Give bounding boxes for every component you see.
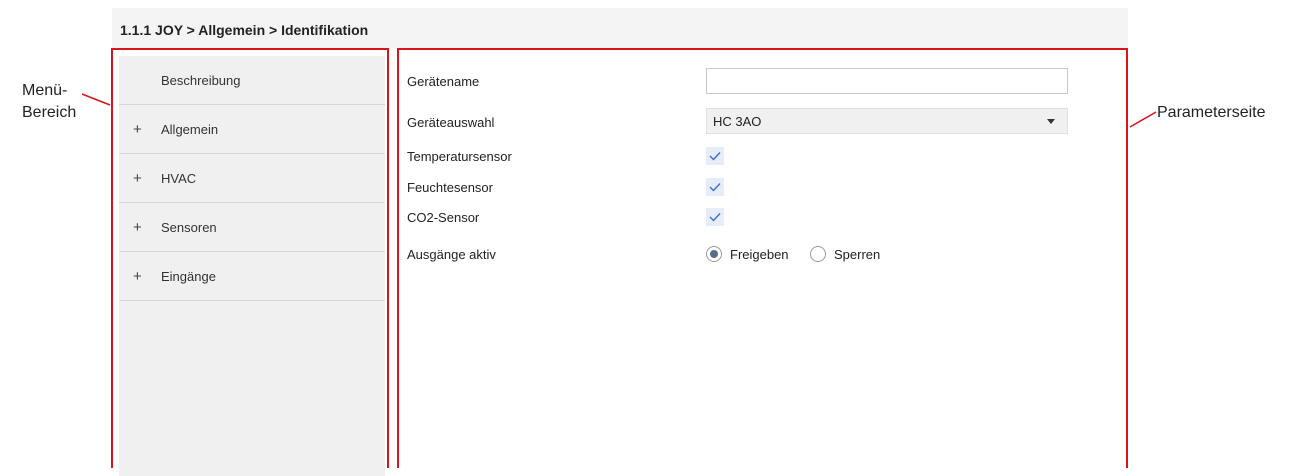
menu-item-label: Allgemein — [161, 122, 219, 137]
radio-freigeben[interactable] — [706, 246, 722, 262]
radio-freigeben-label[interactable]: Freigeben — [730, 247, 789, 262]
radio-sperren-label[interactable]: Sperren — [834, 247, 880, 262]
check-icon — [709, 152, 721, 161]
menu-area-frame: Beschreibung + Allgemein + HVAC + Sensor… — [111, 48, 389, 476]
menu-item-eingaenge[interactable]: + Eingänge — [119, 252, 385, 301]
callout-menu-area: Menü- Bereich — [22, 80, 76, 124]
dropdown-arrow-icon[interactable] — [1047, 119, 1055, 124]
radio-sperren[interactable] — [810, 246, 826, 262]
menu-item-label: Sensoren — [161, 220, 217, 235]
header-bar: 1.1.1 JOY > Allgemein > Identifikation — [112, 8, 1128, 48]
check-icon — [709, 213, 721, 222]
callout-menu-line2: Bereich — [22, 104, 77, 121]
menu-item-label: Beschreibung — [161, 73, 241, 88]
plus-icon[interactable]: + — [133, 121, 142, 138]
geraeteauswahl-select[interactable]: HC 3AO — [706, 108, 1068, 134]
check-icon — [709, 183, 721, 192]
ausgaenge-label: Ausgänge aktiv — [407, 247, 496, 262]
geraeteauswahl-label: Geräteauswahl — [407, 115, 495, 130]
feuchtesensor-label: Feuchtesensor — [407, 180, 493, 195]
menu-item-hvac[interactable]: + HVAC — [119, 154, 385, 203]
menu-item-label: Eingänge — [161, 269, 216, 284]
temperatursensor-label: Temperatursensor — [407, 149, 512, 164]
menu-item-sensoren[interactable]: + Sensoren — [119, 203, 385, 252]
callout-menu-line1: Menü- — [22, 82, 68, 99]
plus-icon[interactable]: + — [133, 219, 142, 236]
geraetename-label: Gerätename — [407, 74, 480, 89]
callout-parameter-page: Parameterseite — [1157, 104, 1266, 121]
plus-icon[interactable]: + — [133, 170, 142, 187]
menu-item-beschreibung[interactable]: Beschreibung — [119, 56, 385, 105]
menu-item-label: HVAC — [161, 171, 197, 186]
callout-menu-leader — [81, 93, 111, 106]
plus-icon[interactable]: + — [133, 268, 142, 285]
breadcrumb: 1.1.1 JOY > Allgemein > Identifikation — [120, 22, 369, 38]
co2sensor-label: CO2-Sensor — [407, 210, 480, 225]
temperatursensor-checkbox[interactable] — [706, 147, 724, 165]
menu-item-allgemein[interactable]: + Allgemein — [119, 105, 385, 154]
geraetename-input[interactable] — [706, 68, 1068, 94]
parameter-page-frame: Gerätename Geräteauswahl HC 3AO Temperat… — [397, 48, 1128, 468]
geraeteauswahl-value: HC 3AO — [713, 114, 762, 129]
menu-panel: Beschreibung + Allgemein + HVAC + Sensor… — [119, 56, 385, 476]
callout-parameter-leader — [1129, 111, 1157, 128]
co2sensor-checkbox[interactable] — [706, 208, 724, 226]
feuchtesensor-checkbox[interactable] — [706, 178, 724, 196]
